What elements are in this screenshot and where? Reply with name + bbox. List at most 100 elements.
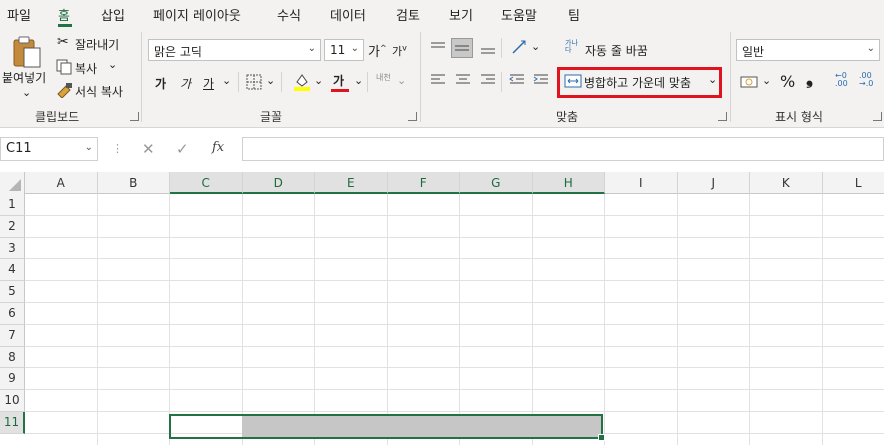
fill-color-dropdown-icon[interactable]: ⌄ [314, 74, 323, 87]
tab-page-layout[interactable]: 페이지 레이아웃 [153, 5, 241, 24]
tab-view[interactable]: 보기 [449, 5, 473, 24]
column-header-k[interactable]: K [750, 172, 823, 194]
top-align-button[interactable] [430, 41, 446, 58]
row-header-2[interactable]: 2 [0, 215, 25, 238]
font-size-value: 11 [330, 43, 346, 57]
number-launcher-icon[interactable] [873, 112, 882, 121]
selection-range[interactable] [169, 414, 603, 439]
group-divider [730, 32, 731, 122]
text-orientation-icon [512, 40, 526, 54]
align-center-button[interactable] [455, 73, 471, 90]
tab-data[interactable]: 데이터 [330, 5, 366, 24]
phonetic-dropdown-icon[interactable]: ⌄ [397, 74, 406, 87]
decrease-indent-button[interactable] [509, 73, 525, 90]
copy-button[interactable]: 복사 [75, 60, 97, 77]
select-all-button[interactable] [0, 172, 25, 194]
phonetic-guide-button[interactable]: 내천 [376, 72, 391, 83]
divider [281, 72, 282, 92]
accounting-format-button[interactable] [740, 75, 758, 92]
comma-style-button[interactable]: ❟ [806, 68, 813, 89]
grow-font-button[interactable]: 가^ [368, 41, 387, 60]
middle-align-button[interactable] [451, 38, 473, 58]
orientation-button[interactable] [511, 39, 531, 58]
gridline-horizontal [25, 389, 884, 391]
column-header-e[interactable]: E [315, 172, 388, 194]
column-header-i[interactable]: I [605, 172, 678, 194]
align-left-icon [431, 74, 445, 84]
accounting-dropdown-icon[interactable]: ⌄ [762, 74, 771, 87]
font-launcher-icon[interactable] [408, 112, 417, 121]
orientation-dropdown-icon[interactable]: ⌄ [531, 40, 540, 53]
column-header-f[interactable]: F [387, 172, 460, 194]
tab-help[interactable]: 도움말 [501, 5, 537, 24]
decrease-decimal-button[interactable]: .00 →.0 [859, 72, 873, 88]
paste-button[interactable] [12, 34, 42, 71]
insert-function-button[interactable]: fx [212, 140, 224, 155]
alignment-launcher-icon[interactable] [718, 112, 727, 121]
fill-handle[interactable] [598, 434, 605, 441]
row-header-9[interactable]: 9 [0, 368, 25, 391]
tab-insert[interactable]: 삽입 [101, 5, 125, 24]
middle-align-icon [455, 45, 469, 51]
row-header-7[interactable]: 7 [0, 324, 25, 347]
row-header-5[interactable]: 5 [0, 281, 25, 303]
ribbon-home: 붙여넣기 ⌄ ✂ 잘라내기 복사 ⌄ 서식 복사 클립보드 맑은 고딕 ⌄ 11… [0, 28, 884, 128]
column-header-d[interactable]: D [242, 172, 315, 194]
name-box[interactable]: C11 ⌄ [0, 137, 98, 161]
row-header-4[interactable]: 4 [0, 259, 25, 282]
bold-button[interactable]: 가 [155, 75, 166, 92]
tab-team[interactable]: 팀 [568, 5, 580, 24]
percent-button[interactable]: % [780, 72, 795, 91]
cancel-icon[interactable]: ✕ [142, 140, 155, 158]
formula-input[interactable] [242, 137, 884, 161]
more-options-icon[interactable]: ⋮ [112, 142, 123, 155]
borders-button[interactable] [246, 74, 262, 93]
fill-color-button[interactable] [293, 72, 311, 95]
copy-dropdown-icon[interactable]: ⌄ [108, 58, 117, 71]
tab-file[interactable]: 파일 [7, 5, 31, 24]
format-painter-button[interactable]: 서식 복사 [75, 83, 123, 100]
paste-dropdown-icon[interactable]: ⌄ [22, 86, 31, 99]
underline-dropdown-icon[interactable]: ⌄ [222, 74, 231, 87]
column-header-h[interactable]: H [532, 172, 605, 194]
align-left-button[interactable] [430, 73, 446, 90]
font-color-button[interactable]: 가 [333, 72, 344, 89]
number-format-select[interactable]: 일반 ⌄ [736, 39, 880, 61]
paste-label[interactable]: 붙여넣기 [2, 69, 46, 86]
underline-button[interactable]: 가 [203, 75, 214, 92]
tab-formulas[interactable]: 수식 [277, 5, 301, 24]
borders-dropdown-icon[interactable]: ⌄ [266, 74, 275, 87]
column-header-l[interactable]: L [823, 172, 884, 194]
column-header-j[interactable]: J [678, 172, 750, 194]
row-header-11[interactable]: 11 [0, 412, 25, 434]
wrap-text-button[interactable]: 자동 줄 바꿈 [585, 42, 648, 59]
increase-indent-button[interactable] [533, 73, 549, 90]
enter-icon[interactable]: ✓ [176, 140, 189, 158]
font-size-select[interactable]: 11 ⌄ [324, 39, 364, 61]
italic-button[interactable]: 가 [180, 75, 191, 92]
gridline-vertical [169, 194, 170, 445]
column-header-a[interactable]: A [25, 172, 98, 194]
column-header-c[interactable]: C [170, 172, 243, 194]
tab-review[interactable]: 검토 [396, 5, 420, 24]
row-header-1[interactable]: 1 [0, 194, 25, 216]
row-header-10[interactable]: 10 [0, 390, 25, 412]
bottom-align-button[interactable] [480, 41, 496, 58]
row-header-6[interactable]: 6 [0, 303, 25, 325]
shrink-font-button[interactable]: 가v [392, 43, 407, 59]
tab-home[interactable]: 홈 [58, 5, 70, 24]
row-header-8[interactable]: 8 [0, 346, 25, 369]
gridline-horizontal [25, 302, 884, 303]
worksheet-grid[interactable]: ABCDEFGHIJKL 1 2 3 4 5 6 7 8 9 10 11 [0, 172, 884, 445]
column-header-g[interactable]: G [460, 172, 533, 194]
clipboard-launcher-icon[interactable] [130, 112, 139, 121]
increase-decimal-button[interactable]: ←0.00 [835, 72, 848, 88]
increase-indent-icon [533, 74, 548, 84]
font-name-select[interactable]: 맑은 고딕 ⌄ [148, 39, 321, 61]
align-right-button[interactable] [480, 73, 496, 90]
paste-icon [13, 36, 41, 68]
row-header-3[interactable]: 3 [0, 237, 25, 260]
column-header-b[interactable]: B [98, 172, 170, 194]
font-color-dropdown-icon[interactable]: ⌄ [354, 74, 363, 87]
cut-button[interactable]: 잘라내기 [75, 36, 119, 53]
